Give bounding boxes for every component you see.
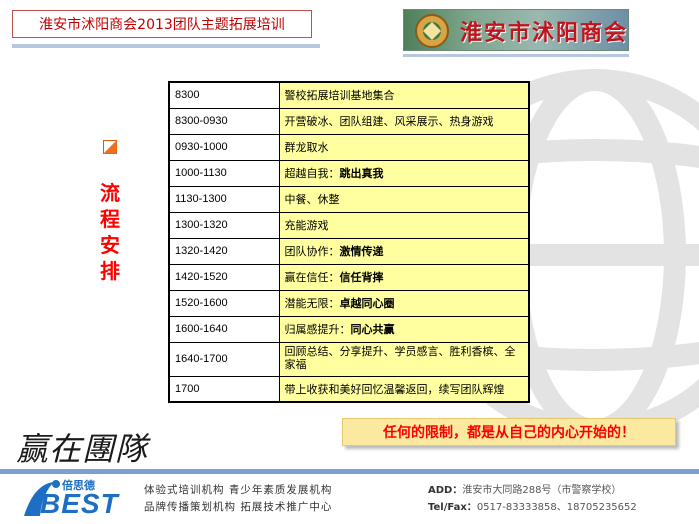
table-row: 1700 带上收获和美好回忆温馨返回，续写团队辉煌	[168, 375, 530, 403]
vertical-title-char: 排	[100, 259, 120, 283]
services-text: 体验式培训机构 青少年素质发展机构 品牌传播策划机构 拓展技术推广中心	[144, 482, 332, 516]
activity-cell: 潜能无限：卓越同心圈	[278, 289, 530, 317]
table-row: 1320-1420 团队协作：激情传递	[168, 237, 530, 265]
services-line: 体验式培训机构 青少年素质发展机构	[144, 484, 333, 496]
time-cell: 8300-0930	[168, 107, 280, 135]
address-value: 淮安市大同路288号（市警察学校）	[462, 485, 622, 496]
emblem-icon	[415, 14, 449, 48]
activity-cell: 开营破冰、团队组建、风采展示、热身游戏	[278, 107, 530, 135]
table-row: 1520-1600 潜能无限：卓越同心圈	[168, 289, 530, 317]
time-cell: 1600-1640	[168, 315, 280, 343]
calligraphy-slogan: 赢在團隊	[16, 430, 149, 468]
activity-cell: 警校拓展培训基地集合	[278, 81, 530, 109]
activity-cell: 群龙取水	[278, 133, 530, 161]
vertical-title-char: 流	[100, 181, 120, 205]
table-row: 1640-1700 回顾总结、分享提升、学员感言、胜利香槟、全家福	[168, 341, 530, 377]
table-row: 8300-0930 开营破冰、团队组建、风采展示、热身游戏	[168, 107, 530, 135]
corner-marker-icon	[103, 140, 117, 154]
table-row: 1300-1320 充能游戏	[168, 211, 530, 239]
time-cell: 1640-1700	[168, 341, 280, 377]
address-line: ADD：淮安市大同路288号（市警察学校）	[428, 482, 637, 499]
footer-divider	[0, 469, 699, 474]
table-row: 0930-1000 群龙取水	[168, 133, 530, 161]
logo-text: 淮安市沭阳商会	[460, 20, 629, 46]
activity-cell: 团队协作：激情传递	[278, 237, 530, 265]
time-cell: 1130-1300	[168, 185, 280, 213]
activity-cell: 归属感提升：同心共赢	[278, 315, 530, 343]
time-cell: 0930-1000	[168, 133, 280, 161]
activity-cell: 赢在信任：信任背摔	[278, 263, 530, 291]
time-cell: 1520-1600	[168, 289, 280, 317]
activity-cell: 回顾总结、分享提升、学员感言、胜利香槟、全家福	[278, 341, 530, 377]
logo-underline	[403, 54, 629, 57]
time-cell: 8300	[168, 81, 280, 109]
activity-cell: 充能游戏	[278, 211, 530, 239]
time-cell: 1300-1320	[168, 211, 280, 239]
chamber-logo-banner: 淮安市沭阳商会	[403, 9, 629, 51]
vertical-title-char: 安	[100, 233, 120, 257]
page-title: 淮安市沭阳商会2013团队主题拓展培训	[12, 10, 312, 38]
time-cell: 1000-1130	[168, 159, 280, 187]
contact-info: ADD：淮安市大同路288号（市警察学校） Tel/Fax：0517-83333…	[428, 482, 637, 516]
time-cell: 1700	[168, 375, 280, 403]
activity-cell: 带上收获和美好回忆温馨返回，续写团队辉煌	[278, 375, 530, 403]
tel-label: Tel/Fax：	[428, 502, 477, 513]
address-label: ADD：	[428, 485, 463, 496]
table-row: 1420-1520 赢在信任：信任背摔	[168, 263, 530, 291]
time-cell: 1420-1520	[168, 263, 280, 291]
table-row: 1000-1130 超越自我：跳出真我	[168, 159, 530, 187]
vertical-title: 流 程 安 排	[95, 180, 125, 284]
services-line: 品牌传播策划机构 拓展技术推广中心	[144, 501, 333, 513]
tel-line: Tel/Fax：0517-83333858、18705235652	[428, 499, 637, 516]
vertical-title-char: 程	[100, 207, 120, 231]
motto-box: 任何的限制，都是从自己的内心开始的！	[342, 418, 676, 446]
tel-value: 0517-83333858、18705235652	[476, 502, 637, 513]
table-row: 1130-1300 中餐、休整	[168, 185, 530, 213]
table-row: 1600-1640 归属感提升：同心共赢	[168, 315, 530, 343]
title-underline	[12, 44, 320, 48]
time-cell: 1320-1420	[168, 237, 280, 265]
table-row: 8300 警校拓展培训基地集合	[168, 81, 530, 109]
schedule-table: 8300 警校拓展培训基地集合 8300-0930 开营破冰、团队组建、风采展示…	[168, 81, 530, 403]
brand-en: BEST	[40, 488, 119, 519]
activity-cell: 中餐、休整	[278, 185, 530, 213]
activity-cell: 超越自我：跳出真我	[278, 159, 530, 187]
